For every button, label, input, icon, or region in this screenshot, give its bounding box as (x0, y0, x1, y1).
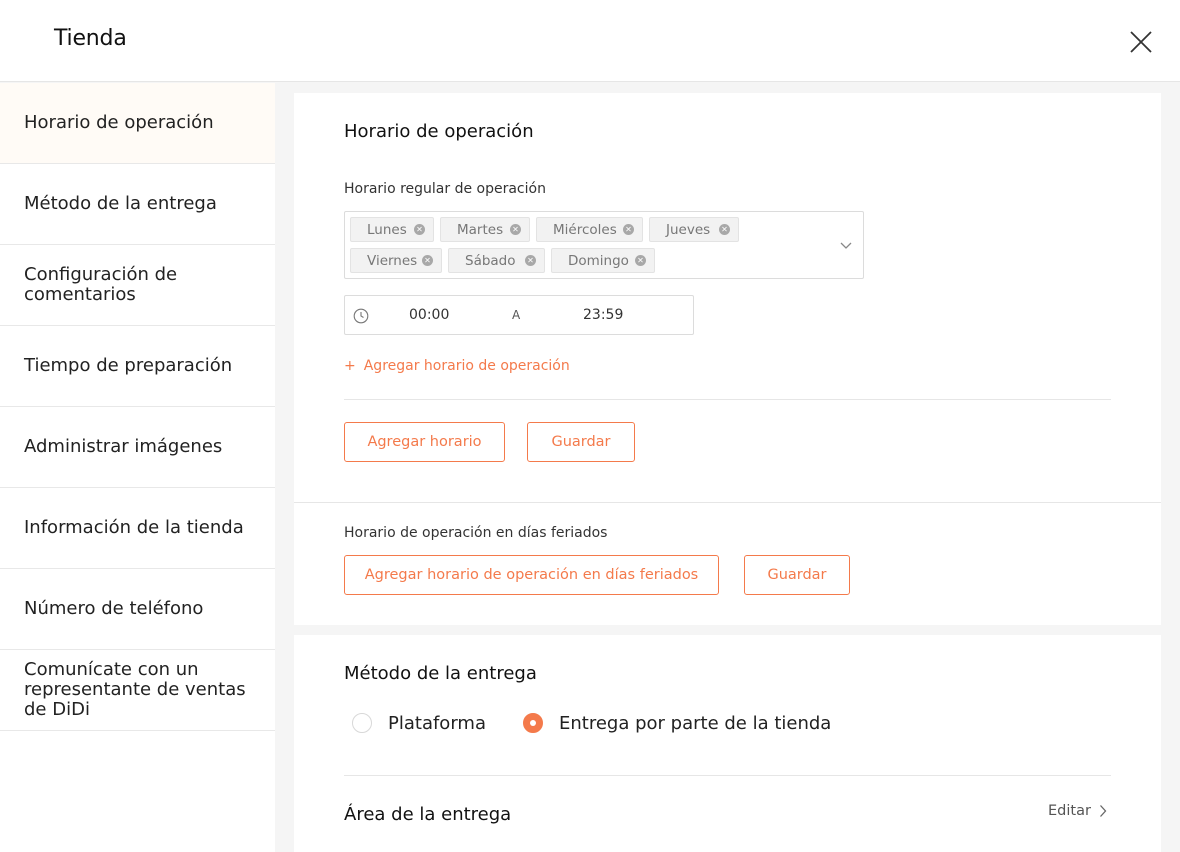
close-button[interactable] (1125, 26, 1157, 58)
add-operating-hours-link[interactable]: + Agregar horario de operación (344, 358, 570, 374)
sidebar-item-operating-hours[interactable]: Horario de operación (0, 83, 275, 164)
add-holiday-hours-button[interactable]: Agregar horario de operación en días fer… (344, 555, 719, 595)
sidebar-item-phone-number[interactable]: Número de teléfono (0, 569, 275, 650)
close-icon (1130, 31, 1152, 53)
time-separator: A (512, 308, 521, 322)
chip-remove-icon[interactable]: ✕ (719, 224, 730, 235)
delivery-area-title: Área de la entrega (344, 804, 512, 825)
regular-hours-label: Horario regular de operación (344, 181, 546, 197)
delivery-method-title: Método de la entrega (344, 663, 537, 684)
chevron-right-icon (1099, 805, 1107, 817)
day-chip: Jueves ✕ (649, 217, 739, 242)
day-chip: Martes ✕ (440, 217, 530, 242)
sidebar-item-label: Tiempo de preparación (24, 355, 233, 376)
divider (344, 399, 1111, 400)
chip-remove-icon[interactable]: ✕ (623, 224, 634, 235)
day-chip: Domingo ✕ (551, 248, 655, 273)
day-chip: Viernes ✕ (350, 248, 442, 273)
page-title: Tienda (54, 26, 127, 51)
chip-remove-icon[interactable]: ✕ (422, 255, 433, 266)
day-chip: Sábado ✕ (448, 248, 545, 273)
plus-icon: + (344, 358, 356, 374)
operating-hours-title: Horario de operación (344, 121, 534, 142)
sidebar-item-delivery-method[interactable]: Método de la entrega (0, 164, 275, 245)
chip-remove-icon[interactable]: ✕ (510, 224, 521, 235)
sidebar-item-label: Administrar imágenes (24, 436, 223, 457)
holiday-hours-label: Horario de operación en días feriados (344, 525, 608, 541)
chip-remove-icon[interactable]: ✕ (525, 255, 536, 266)
sidebar-item-label: Horario de operación (24, 112, 214, 133)
delivery-option-store[interactable]: Entrega por parte de la tienda (523, 711, 831, 735)
sidebar: Horario de operación Método de la entreg… (0, 83, 275, 852)
chip-remove-icon[interactable]: ✕ (414, 224, 425, 235)
add-schedule-button[interactable]: Agregar horario (344, 422, 505, 462)
operating-hours-card: Horario de operación Horario regular de … (294, 93, 1161, 625)
holiday-save-button[interactable]: Guardar (744, 555, 850, 595)
days-select[interactable]: Lunes ✕ Martes ✕ Miércoles ✕ Jueves ✕ Vierne… (344, 211, 864, 279)
divider (344, 775, 1111, 776)
sidebar-item-label: Configuración de comentarios (24, 264, 178, 305)
app-header: Tienda (0, 0, 1180, 82)
divider (294, 502, 1161, 503)
chevron-down-icon (840, 242, 852, 249)
sidebar-item-label: Comunícate con un representante de venta… (24, 659, 246, 720)
sidebar-item-label: Información de la tienda (24, 517, 244, 538)
time-range-picker[interactable]: 00:00 A 23:59 (344, 295, 694, 335)
day-chip: Lunes ✕ (350, 217, 434, 242)
save-button[interactable]: Guardar (527, 422, 635, 462)
start-time-input[interactable]: 00:00 (409, 307, 449, 323)
sidebar-item-comments-config[interactable]: Configuración de comentarios (0, 245, 275, 326)
sidebar-item-manage-images[interactable]: Administrar imágenes (0, 407, 275, 488)
radio-store-delivery[interactable] (523, 713, 543, 733)
chip-remove-icon[interactable]: ✕ (635, 255, 646, 266)
day-chip: Miércoles ✕ (536, 217, 643, 242)
clock-icon (353, 308, 369, 324)
sidebar-item-prep-time[interactable]: Tiempo de preparación (0, 326, 275, 407)
sidebar-item-contact-sales[interactable]: Comunícate con un representante de venta… (0, 650, 275, 731)
sidebar-item-store-info[interactable]: Información de la tienda (0, 488, 275, 569)
end-time-input[interactable]: 23:59 (583, 307, 623, 323)
edit-delivery-area-link[interactable]: Editar (1048, 803, 1107, 819)
radio-platform[interactable] (352, 713, 372, 733)
sidebar-item-label: Método de la entrega (24, 193, 217, 214)
delivery-option-platform[interactable]: Plataforma (352, 711, 486, 735)
delivery-method-card: Método de la entrega Plataforma Entrega … (294, 635, 1161, 852)
sidebar-item-label: Número de teléfono (24, 598, 204, 619)
